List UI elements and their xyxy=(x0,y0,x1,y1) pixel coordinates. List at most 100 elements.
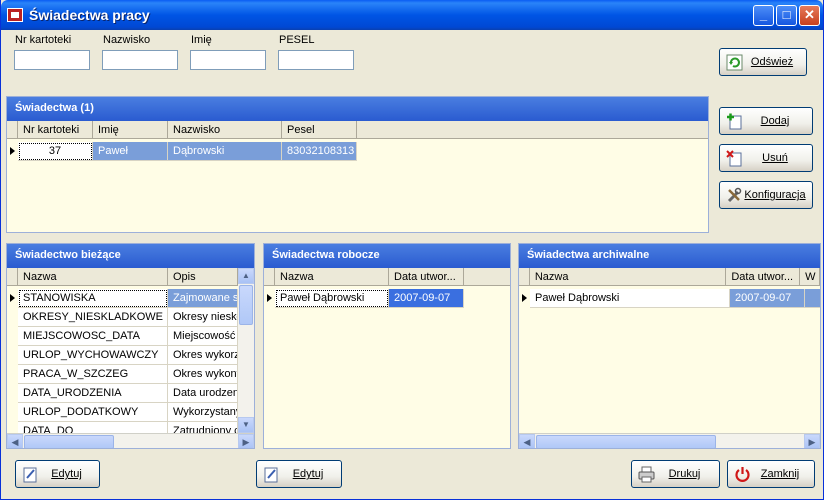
cell-opis[interactable]: Okres wykorz xyxy=(168,346,238,365)
close-button[interactable]: Zamknij xyxy=(727,460,815,488)
cell-nazwa[interactable]: Paweł Dąbrowski xyxy=(275,289,389,308)
refresh-button[interactable]: Odśwież xyxy=(719,48,807,76)
current-row-indicator xyxy=(264,289,275,308)
scroll-right-arrow[interactable]: ▶ xyxy=(804,434,820,448)
filter-label-imie: Imię xyxy=(191,34,212,46)
scroll-up-arrow[interactable]: ▲ xyxy=(238,268,254,284)
row-indicator xyxy=(7,403,18,422)
column-data-utworzenia[interactable]: Data utwor... xyxy=(726,268,801,286)
column-pesel[interactable]: Pesel xyxy=(282,121,357,139)
window-title: Świadectwa pracy xyxy=(29,7,150,23)
cell-nazwa[interactable]: MIEJSCOWOSC_DATA xyxy=(18,327,168,346)
cell-opis[interactable]: Data urodzen xyxy=(168,384,238,403)
list-item[interactable]: OKRESY_NIESKLADKOWE Okresy nieskła xyxy=(7,308,238,327)
column-nazwa[interactable]: Nazwa xyxy=(18,268,168,286)
working-panel-title: Świadectwa robocze xyxy=(264,244,510,268)
archive-panel-title: Świadectwa archiwalne xyxy=(519,244,820,268)
refresh-label: Odśwież xyxy=(750,56,794,68)
cell-data[interactable]: 2007-09-07 xyxy=(730,289,805,308)
archive-certificates-panel: Świadectwa archiwalne Nazwa Data utwor..… xyxy=(518,243,821,449)
maximize-button[interactable]: □ xyxy=(776,5,797,26)
cell-data[interactable]: 2007-09-07 xyxy=(389,289,464,308)
current-certificate-panel: Świadectwo bieżące Nazwa Opis STANOWISKA… xyxy=(6,243,255,449)
list-item[interactable]: MIEJSCOWOSC_DATA Miejscowość i xyxy=(7,327,238,346)
close-window-button[interactable]: ✕ xyxy=(799,5,820,26)
cell-opis[interactable]: Miejscowość i xyxy=(168,327,238,346)
certificates-grid-header: Nr kartoteki Imię Nazwisko Pesel xyxy=(7,121,708,139)
list-item[interactable]: URLOP_WYCHOWAWCZY Okres wykorz xyxy=(7,346,238,365)
list-item[interactable]: PRACA_W_SZCZEG Okres wykony xyxy=(7,365,238,384)
column-w[interactable]: W xyxy=(800,268,820,286)
column-nr-kartoteki[interactable]: Nr kartoteki xyxy=(18,121,93,139)
horizontal-scrollbar[interactable]: ◀ ▶ xyxy=(519,433,820,448)
edit-current-button[interactable]: Edytuj xyxy=(15,460,100,488)
column-imie[interactable]: Imię xyxy=(93,121,168,139)
minimize-button[interactable]: _ xyxy=(753,5,774,26)
cell-nazwa[interactable]: DATA_URODZENIA xyxy=(18,384,168,403)
scroll-down-arrow[interactable]: ▼ xyxy=(238,417,254,433)
row-indicator xyxy=(7,384,18,403)
imie-input[interactable] xyxy=(190,50,266,70)
print-button[interactable]: Drukuj xyxy=(631,460,720,488)
nr-kartoteki-input[interactable] xyxy=(14,50,90,70)
scroll-thumb[interactable] xyxy=(24,435,114,448)
table-row[interactable]: Paweł Dąbrowski 2007-09-07 xyxy=(264,289,464,308)
archive-grid-header: Nazwa Data utwor... W xyxy=(519,268,820,286)
cell-nazwisko[interactable]: Dąbrowski xyxy=(168,142,282,161)
horizontal-scrollbar[interactable]: ◀ ▶ xyxy=(7,433,254,448)
scroll-thumb[interactable] xyxy=(536,435,716,448)
list-item[interactable]: URLOP_DODATKOWY Wykorzystany xyxy=(7,403,238,422)
current-row-indicator xyxy=(519,289,530,308)
filter-label-nazwisko: Nazwisko xyxy=(103,34,151,46)
cell-imie[interactable]: Paweł xyxy=(93,142,168,161)
cell-nazwa[interactable]: OKRESY_NIESKLADKOWE xyxy=(18,308,168,327)
current-grid-header: Nazwa Opis xyxy=(7,268,238,286)
row-indicator xyxy=(7,289,18,308)
cell-opis[interactable]: Zajmowane st xyxy=(168,289,238,308)
scroll-left-arrow[interactable]: ◀ xyxy=(519,434,535,448)
config-label: Konfiguracja xyxy=(744,189,806,201)
config-button[interactable]: Konfiguracja xyxy=(719,181,813,209)
title-bar: Świadectwa pracy _ □ ✕ xyxy=(1,0,823,30)
edit-current-label: Edytuj xyxy=(51,468,82,480)
cell-nazwa[interactable]: URLOP_WYCHOWAWCZY xyxy=(18,346,168,365)
pesel-input[interactable] xyxy=(278,50,354,70)
working-certificates-panel: Świadectwa robocze Nazwa Data utwor... P… xyxy=(263,243,511,449)
scroll-left-arrow[interactable]: ◀ xyxy=(7,434,23,448)
cell-opis[interactable]: Okresy nieskła xyxy=(168,308,238,327)
column-opis[interactable]: Opis xyxy=(168,268,238,286)
list-item[interactable]: STANOWISKA Zajmowane st xyxy=(7,289,238,308)
current-row-indicator xyxy=(7,142,18,161)
column-nazwa[interactable]: Nazwa xyxy=(530,268,727,286)
cell-opis[interactable]: Okres wykony xyxy=(168,365,238,384)
table-row[interactable]: 37 Paweł Dąbrowski 83032108313 xyxy=(7,142,357,161)
table-row[interactable]: Paweł Dąbrowski 2007-09-07 xyxy=(519,289,820,308)
cell-pesel[interactable]: 83032108313 xyxy=(282,142,357,161)
cell-nazwa[interactable]: URLOP_DODATKOWY xyxy=(18,403,168,422)
cell-nazwa[interactable]: STANOWISKA xyxy=(18,289,168,308)
current-panel-title: Świadectwo bieżące xyxy=(7,244,254,268)
row-indicator xyxy=(7,308,18,327)
column-nazwisko[interactable]: Nazwisko xyxy=(168,121,282,139)
add-label: Dodaj xyxy=(760,115,790,127)
column-data-utworzenia[interactable]: Data utwor... xyxy=(389,268,464,286)
cell-nr-kartoteki[interactable]: 37 xyxy=(18,142,93,161)
scroll-right-arrow[interactable]: ▶ xyxy=(238,434,254,448)
nazwisko-input[interactable] xyxy=(102,50,178,70)
filter-label-nr: Nr kartoteki xyxy=(15,34,72,46)
edit-working-button[interactable]: Edytuj xyxy=(256,460,342,488)
close-label: Zamknij xyxy=(760,468,800,480)
column-nazwa[interactable]: Nazwa xyxy=(275,268,389,286)
cell-opis[interactable]: Wykorzystany xyxy=(168,403,238,422)
list-item[interactable]: DATA_URODZENIA Data urodzen xyxy=(7,384,238,403)
row-indicator xyxy=(7,365,18,384)
cell-nazwa[interactable]: Paweł Dąbrowski xyxy=(530,289,730,308)
scroll-thumb[interactable] xyxy=(239,285,253,325)
cell-nazwa[interactable]: PRACA_W_SZCZEG xyxy=(18,365,168,384)
working-grid-header: Nazwa Data utwor... xyxy=(264,268,510,286)
cell-w[interactable] xyxy=(805,289,820,308)
add-button[interactable]: Dodaj xyxy=(719,107,813,135)
delete-button[interactable]: Usuń xyxy=(719,144,813,172)
edit-working-label: Edytuj xyxy=(292,468,324,480)
vertical-scrollbar[interactable]: ▲ ▼ xyxy=(238,268,254,433)
